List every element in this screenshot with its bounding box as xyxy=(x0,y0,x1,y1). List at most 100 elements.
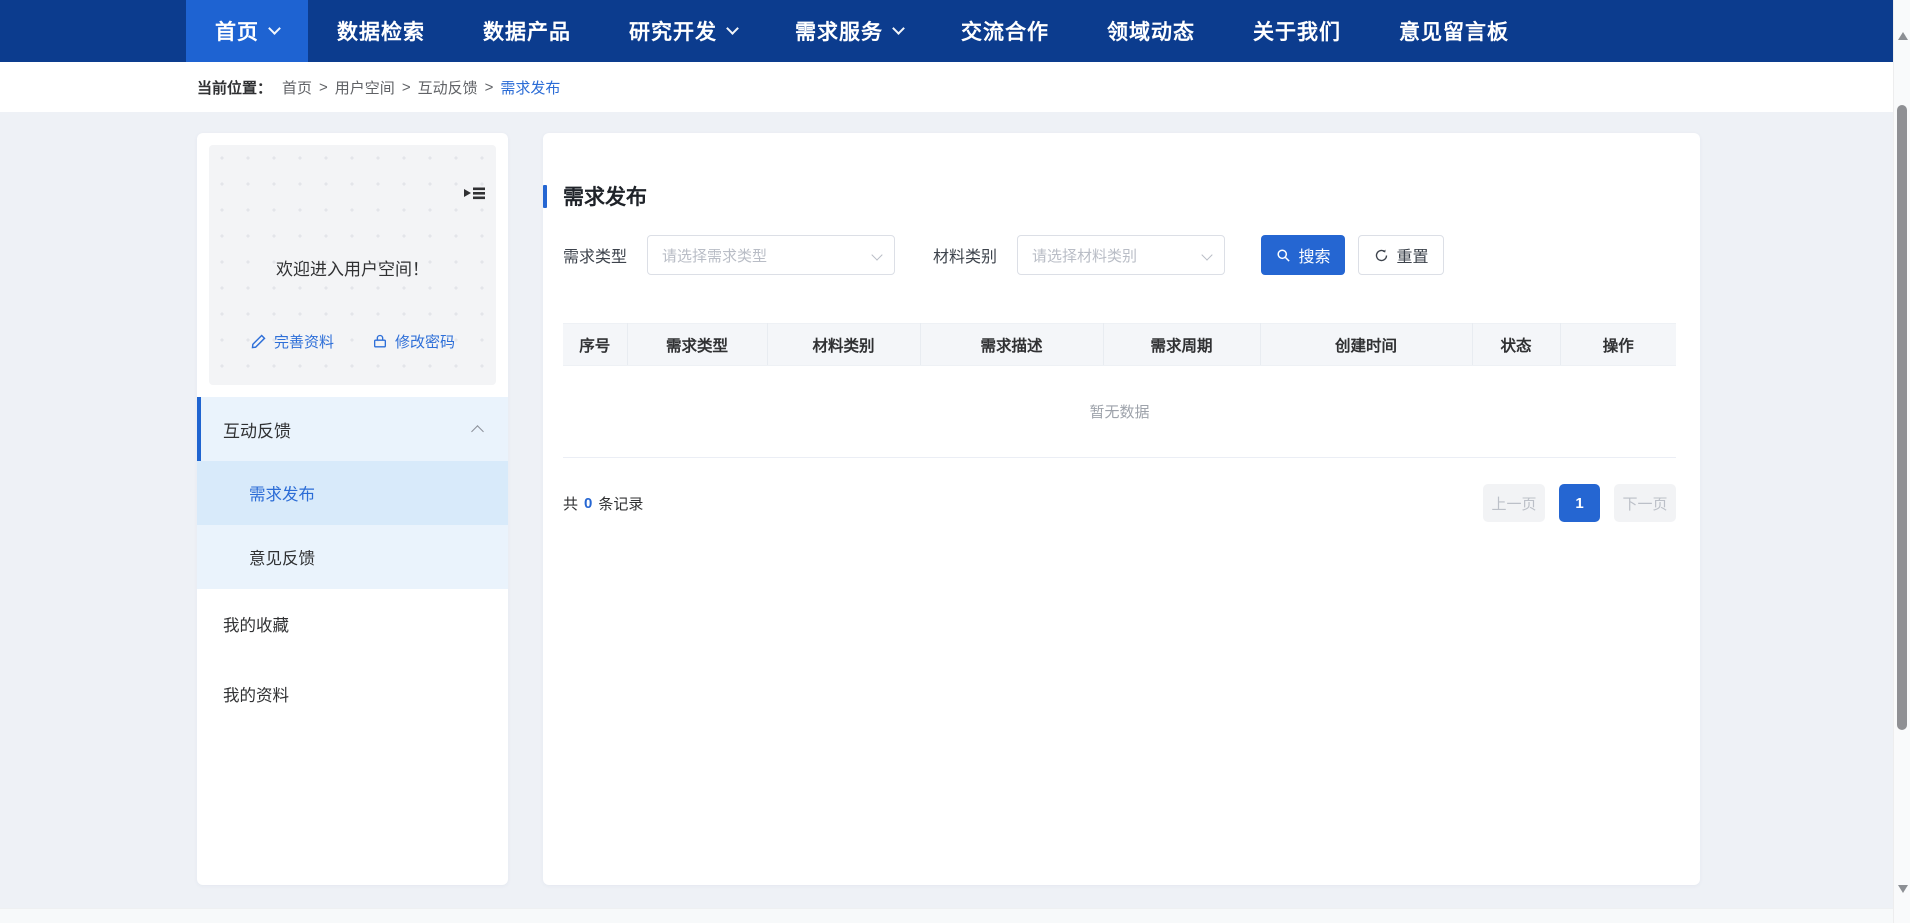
breadcrumb-link-home[interactable]: 首页 xyxy=(282,77,312,98)
col-header-demand-type: 需求类型 xyxy=(627,324,767,366)
nav-item-research[interactable]: 研究开发 xyxy=(600,0,766,62)
breadcrumb-separator: > xyxy=(485,79,494,96)
nav-item-home[interactable]: 首页 xyxy=(186,0,308,62)
breadcrumb-link-feedback[interactable]: 互动反馈 xyxy=(418,77,478,98)
complete-profile-label: 完善资料 xyxy=(274,331,334,352)
page-number-button[interactable]: 1 xyxy=(1559,484,1600,522)
prev-page-button[interactable]: 上一页 xyxy=(1483,484,1545,522)
sidebar-item-label: 需求发布 xyxy=(249,481,315,505)
col-header-material-category: 材料类别 xyxy=(767,324,920,366)
search-icon xyxy=(1276,248,1291,263)
vertical-scrollbar[interactable] xyxy=(1893,0,1910,923)
change-password-label: 修改密码 xyxy=(395,331,455,352)
chevron-down-icon xyxy=(892,22,905,35)
nav-item-label: 关于我们 xyxy=(1253,16,1341,46)
chevron-down-icon xyxy=(726,22,739,35)
nav-item-label: 领域动态 xyxy=(1107,16,1195,46)
nav-item-data-products[interactable]: 数据产品 xyxy=(454,0,600,62)
sidebar-item-demand-publish[interactable]: 需求发布 xyxy=(197,461,508,525)
chevron-up-icon xyxy=(471,425,484,438)
refresh-icon xyxy=(1374,248,1389,263)
breadcrumb-separator: > xyxy=(319,79,328,96)
lock-icon xyxy=(372,333,388,350)
col-header-demand-period: 需求周期 xyxy=(1103,324,1260,366)
reset-button[interactable]: 重置 xyxy=(1358,235,1444,275)
sidebar-menu: 互动反馈 需求发布 意见反馈 我的收藏 我的资料 xyxy=(197,397,508,729)
demand-type-label: 需求类型 xyxy=(563,243,627,267)
sidebar-item-my-profile[interactable]: 我的资料 xyxy=(197,659,508,729)
search-button[interactable]: 搜索 xyxy=(1261,235,1345,275)
sidebar-item-my-favorites[interactable]: 我的收藏 xyxy=(197,589,508,659)
nav-item-label: 意见留言板 xyxy=(1399,16,1509,46)
scroll-down-arrow[interactable] xyxy=(1898,885,1908,893)
col-header-index: 序号 xyxy=(563,324,627,366)
collapse-menu-icon[interactable] xyxy=(462,183,486,203)
breadcrumb-prefix: 当前位置： xyxy=(197,77,272,98)
nav-item-label: 数据产品 xyxy=(483,16,571,46)
chevron-down-icon xyxy=(871,249,882,260)
material-category-label: 材料类别 xyxy=(933,243,997,267)
breadcrumb-current[interactable]: 需求发布 xyxy=(500,77,560,98)
top-navbar: 首页 数据检索 数据产品 研究开发 需求服务 交流合作 领域动态 关于我们 意见… xyxy=(0,0,1893,62)
nav-item-label: 需求服务 xyxy=(795,16,883,46)
nav-item-label: 数据检索 xyxy=(337,16,425,46)
pager-buttons: 上一页 1 下一页 xyxy=(1483,484,1676,522)
nav-item-field-news[interactable]: 领域动态 xyxy=(1078,0,1224,62)
page-title: 需求发布 xyxy=(563,181,647,211)
table-header-row: 序号 需求类型 材料类别 需求描述 需求周期 创建时间 状态 操作 xyxy=(563,324,1676,366)
sidebar-item-label: 我的资料 xyxy=(223,682,289,706)
col-header-status: 状态 xyxy=(1472,324,1560,366)
breadcrumb-separator: > xyxy=(402,79,411,96)
search-button-label: 搜索 xyxy=(1299,243,1331,267)
scrollbar-thumb[interactable] xyxy=(1897,105,1907,730)
col-header-demand-description: 需求描述 xyxy=(920,324,1103,366)
empty-state-text: 暂无数据 xyxy=(563,366,1676,458)
next-page-button[interactable]: 下一页 xyxy=(1614,484,1676,522)
chevron-down-icon xyxy=(1201,249,1212,260)
nav-item-data-search[interactable]: 数据检索 xyxy=(308,0,454,62)
breadcrumb-link-user-space[interactable]: 用户空间 xyxy=(335,77,395,98)
record-total: 共 0 条记录 xyxy=(563,493,643,514)
nav-item-about-us[interactable]: 关于我们 xyxy=(1224,0,1370,62)
nav-item-cooperation[interactable]: 交流合作 xyxy=(932,0,1078,62)
sidebar-item-opinion-feedback[interactable]: 意见反馈 xyxy=(197,525,508,589)
table-empty-row: 暂无数据 xyxy=(563,366,1676,458)
welcome-links: 完善资料 修改密码 xyxy=(209,331,496,352)
reset-button-label: 重置 xyxy=(1397,243,1429,267)
change-password-link[interactable]: 修改密码 xyxy=(372,331,455,352)
sidebar: 欢迎进入用户空间！ 完善资料 xyxy=(197,133,508,885)
col-header-created-time: 创建时间 xyxy=(1260,324,1472,366)
col-header-actions: 操作 xyxy=(1560,324,1676,366)
content-container: 欢迎进入用户空间！ 完善资料 xyxy=(0,112,1893,885)
welcome-panel: 欢迎进入用户空间！ 完善资料 xyxy=(209,145,496,385)
title-accent-bar xyxy=(543,185,547,208)
nav-item-label: 首页 xyxy=(215,16,259,46)
nav-item-label: 研究开发 xyxy=(629,16,717,46)
total-suffix: 条记录 xyxy=(598,493,643,514)
sidebar-group-interactive-feedback[interactable]: 互动反馈 xyxy=(197,397,508,461)
nav-item-label: 交流合作 xyxy=(961,16,1049,46)
total-prefix: 共 xyxy=(563,493,578,514)
demand-type-select[interactable]: 请选择需求类型 xyxy=(647,235,895,275)
breadcrumb: 当前位置： 首页 > 用户空间 > 互动反馈 > 需求发布 xyxy=(0,62,1893,112)
sidebar-item-label: 我的收藏 xyxy=(223,612,289,636)
complete-profile-link[interactable]: 完善资料 xyxy=(250,331,334,352)
filter-row: 需求类型 请选择需求类型 材料类别 请选择材料类别 xyxy=(543,235,1700,275)
total-count: 0 xyxy=(584,495,592,512)
chevron-down-icon xyxy=(268,22,281,35)
nav-item-demand-services[interactable]: 需求服务 xyxy=(766,0,932,62)
pagination: 共 0 条记录 上一页 1 下一页 xyxy=(563,484,1676,522)
material-category-placeholder: 请选择材料类别 xyxy=(1032,245,1137,266)
scroll-up-arrow[interactable] xyxy=(1898,32,1908,40)
edit-icon xyxy=(250,333,267,350)
sidebar-group-label: 互动反馈 xyxy=(223,417,291,442)
demand-type-placeholder: 请选择需求类型 xyxy=(662,245,767,266)
main-panel: 需求发布 需求类型 请选择需求类型 材料类别 请选择材料类别 xyxy=(543,133,1700,885)
title-row: 需求发布 xyxy=(543,181,1700,211)
sidebar-item-label: 意见反馈 xyxy=(249,545,315,569)
page-background: 欢迎进入用户空间！ 完善资料 xyxy=(0,112,1893,923)
nav-item-message-board[interactable]: 意见留言板 xyxy=(1370,0,1538,62)
horizontal-scrollbar[interactable] xyxy=(0,908,1893,923)
demand-table: 序号 需求类型 材料类别 需求描述 需求周期 创建时间 状态 操作 暂无数据 xyxy=(563,323,1676,458)
material-category-select[interactable]: 请选择材料类别 xyxy=(1017,235,1225,275)
